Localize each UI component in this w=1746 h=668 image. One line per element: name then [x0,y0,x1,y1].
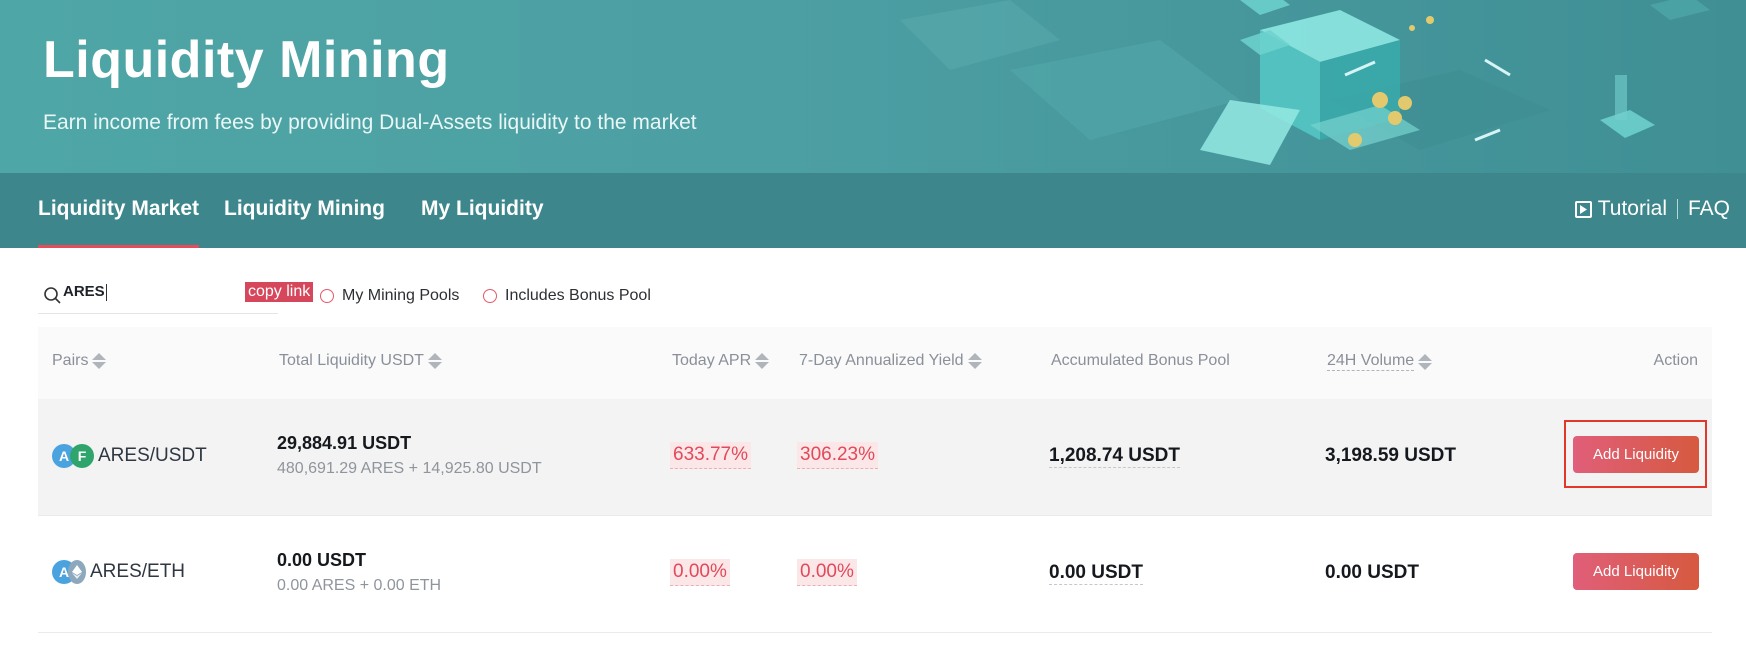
header-7day-yield[interactable]: 7-Day Annualized Yield [799,352,982,370]
radio-circle-icon [483,289,497,303]
liquidity-breakdown: 480,691.29 ARES + 14,925.80 USDT [277,460,542,477]
coin-usdt-icon: F [70,444,94,468]
sort-icon [1418,353,1433,370]
table-header: Pairs Total Liquidity USDT Today APR 7-D… [38,327,1712,399]
header-bonus-pool: Accumulated Bonus Pool [1051,352,1230,370]
sort-icon [755,353,770,369]
sort-icon [427,353,442,369]
my-mining-pools-radio[interactable]: My Mining Pools [320,287,459,305]
search-box[interactable]: ARES [38,277,278,314]
divider [1676,199,1678,219]
radio-label: My Mining Pools [342,287,460,304]
header-label: Action [1653,352,1698,369]
pair-cell: A ARES/ETH [52,560,185,584]
search-input-value: ARES [63,283,105,300]
nav-links: Tutorial FAQ [1574,197,1730,221]
volume-24h-value: 3,198.59 USDT [1325,445,1456,466]
table-row: A F ARES/USDT 29,884.91 USDT 480,691.29 … [38,399,1712,516]
header-today-apr[interactable]: Today APR [672,352,770,370]
liquidity-cell: 29,884.91 USDT 480,691.29 ARES + 14,925.… [277,433,542,478]
coin-eth-icon [68,560,86,584]
search-icon [44,287,61,304]
includes-bonus-pool-radio[interactable]: Includes Bonus Pool [483,287,651,305]
page-title: Liquidity Mining [43,31,450,89]
7day-yield-value: 306.23% [797,442,879,469]
bonus-pool-value: 1,208.74 USDT [1049,445,1180,468]
sort-icon [92,353,107,369]
text-cursor [105,283,107,301]
liquidity-cell: 0.00 USDT 0.00 ARES + 0.00 ETH [277,550,441,595]
tab-my-liquidity[interactable]: My Liquidity [421,197,544,221]
header-total-liquidity[interactable]: Total Liquidity USDT [279,352,442,370]
copy-link-label[interactable]: copy link [245,282,314,302]
radio-circle-icon [320,289,334,303]
header-action: Action [1654,352,1698,370]
add-liquidity-button[interactable]: Add Liquidity [1573,436,1699,473]
header-label: Today APR [672,352,752,369]
header-label: Pairs [52,352,89,369]
tab-liquidity-mining[interactable]: Liquidity Mining [224,197,385,221]
faq-link[interactable]: FAQ [1688,197,1730,221]
radio-label: Includes Bonus Pool [505,287,651,304]
pair-cell: A F ARES/USDT [52,444,207,468]
header-label: Total Liquidity USDT [279,352,424,369]
liquidity-breakdown: 0.00 ARES + 0.00 ETH [277,577,442,594]
total-liquidity-value: 0.00 USDT [277,550,367,570]
header-label: Accumulated Bonus Pool [1051,352,1230,369]
add-liquidity-button[interactable]: Add Liquidity [1573,553,1699,590]
table-row: A ARES/ETH 0.00 USDT 0.00 ARES + 0.00 ET… [38,516,1712,633]
header-24h-volume[interactable]: 24H Volume [1327,352,1433,371]
7day-yield-value: 0.00% [797,559,857,586]
pair-name: ARES/ETH [90,561,186,582]
search-input[interactable]: ARES [63,283,107,301]
play-icon [1574,200,1592,218]
hero-banner: Liquidity Mining Earn income from fees b… [0,0,1746,173]
nav-bar: Liquidity Market Liquidity Mining My Liq… [0,173,1746,248]
total-liquidity-value: 29,884.91 USDT [277,433,412,453]
sort-icon [967,353,982,369]
header-label: 24H Volume [1327,352,1415,371]
header-label: 7-Day Annualized Yield [799,352,964,369]
bonus-pool-value: 0.00 USDT [1049,562,1143,585]
today-apr-value: 633.77% [670,442,752,469]
tutorial-link[interactable]: Tutorial [1598,197,1667,221]
tab-liquidity-market[interactable]: Liquidity Market [38,197,200,248]
header-pairs[interactable]: Pairs [52,352,107,370]
pair-name: ARES/USDT [98,445,207,466]
page-subtitle: Earn income from fees by providing Dual-… [43,111,697,134]
today-apr-value: 0.00% [670,559,730,586]
volume-24h-value: 0.00 USDT [1325,562,1419,583]
